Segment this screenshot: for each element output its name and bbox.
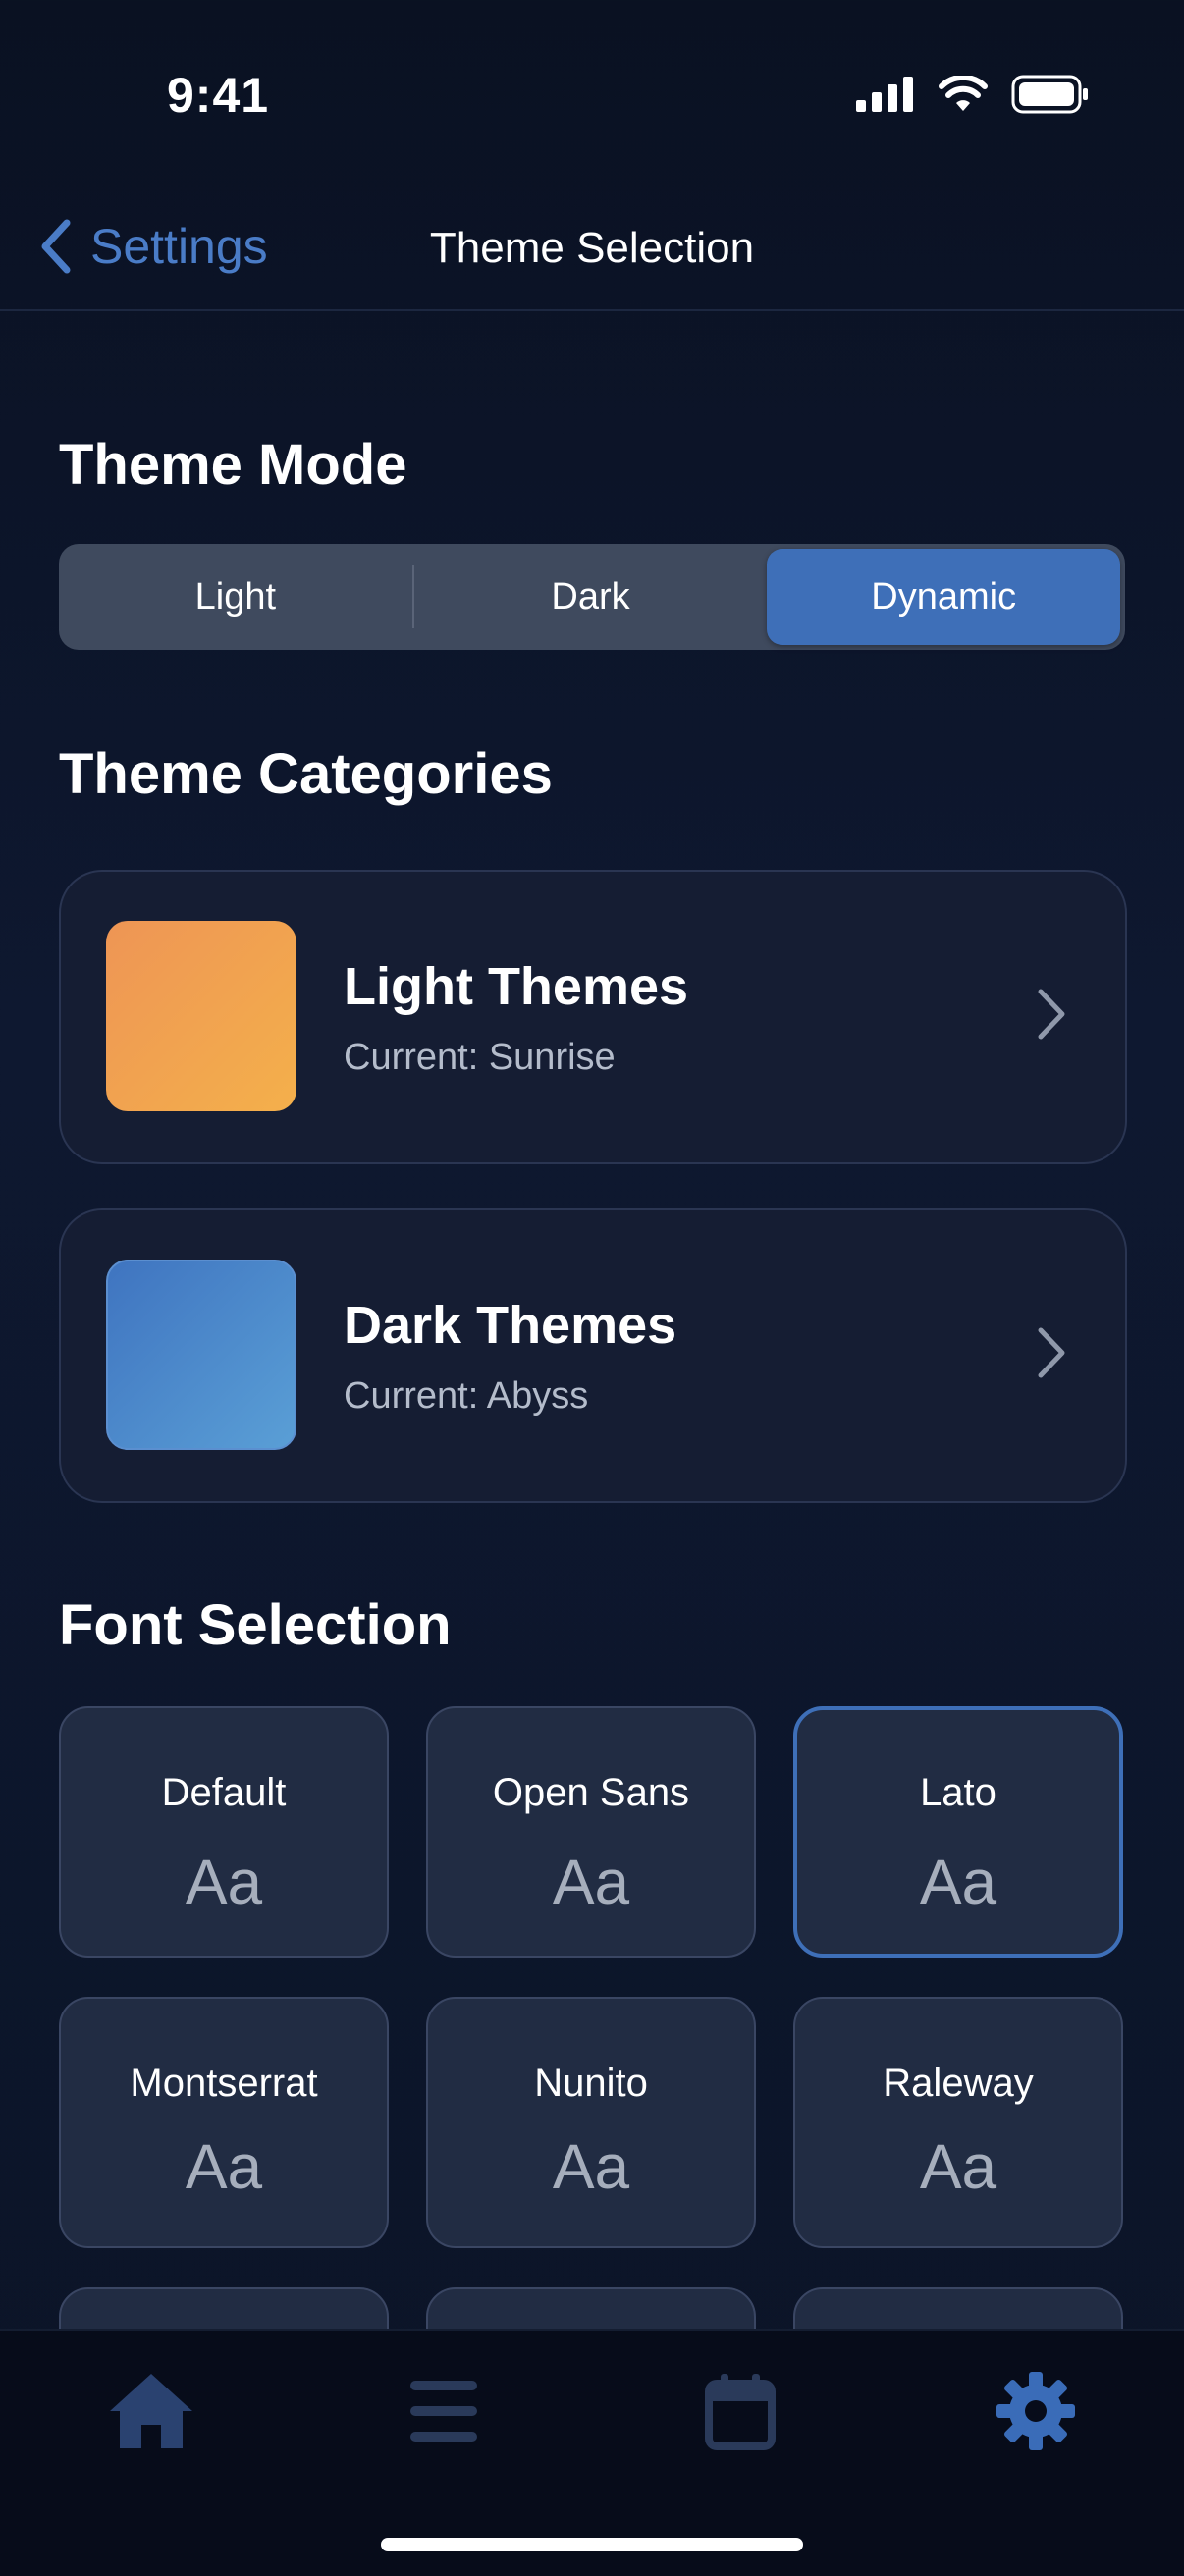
- menu-icon: [410, 2381, 477, 2442]
- theme-mode-heading: Theme Mode: [59, 433, 407, 497]
- theme-categories-heading: Theme Categories: [59, 742, 553, 806]
- status-icons: [856, 75, 1090, 114]
- theme-mode-option-dynamic[interactable]: Dynamic: [767, 549, 1121, 645]
- tab-calendar[interactable]: [691, 2362, 789, 2460]
- chevron-right-icon: [1038, 989, 1065, 1040]
- light-themes-current: Current: Sunrise: [344, 1037, 616, 1078]
- font-option-default[interactable]: Default Aa: [59, 1706, 389, 1958]
- chevron-right-icon: [1038, 1327, 1065, 1378]
- font-selection-heading: Font Selection: [59, 1593, 452, 1657]
- battery-icon: [1011, 75, 1088, 114]
- font-option-name: Default: [161, 1771, 287, 1814]
- tab-settings[interactable]: [987, 2362, 1085, 2460]
- tab-menu[interactable]: [395, 2362, 493, 2460]
- dark-themes-current: Current: Abyss: [344, 1375, 589, 1417]
- font-sample: Aa: [919, 2131, 997, 2202]
- font-sample: Aa: [552, 2131, 630, 2202]
- font-sample: Aa: [552, 1847, 630, 1917]
- font-option-name: Raleway: [883, 2062, 1034, 2105]
- cellular-signal-icon: [856, 77, 913, 112]
- light-themes-card[interactable]: Light Themes Current: Sunrise: [59, 870, 1127, 1164]
- theme-mode-option-light[interactable]: Light: [59, 549, 412, 645]
- font-option-name: Nunito: [534, 2062, 648, 2105]
- wifi-icon: [939, 76, 988, 111]
- page-title: Theme Selection: [429, 224, 755, 272]
- tab-home[interactable]: [102, 2362, 200, 2460]
- font-option-lato[interactable]: Lato Aa: [793, 1706, 1123, 1958]
- font-option-name: Montserrat: [130, 2062, 318, 2105]
- home-indicator: [381, 2538, 803, 2551]
- status-time: 9:41: [167, 68, 270, 123]
- light-themes-title: Light Themes: [344, 957, 689, 1016]
- nav-divider: [0, 309, 1184, 311]
- dark-theme-swatch: [106, 1260, 296, 1450]
- font-option-raleway[interactable]: Raleway Aa: [793, 1997, 1123, 2248]
- font-sample: Aa: [919, 1847, 997, 1917]
- dark-themes-title: Dark Themes: [344, 1296, 677, 1355]
- font-option-name: Open Sans: [492, 1771, 690, 1814]
- light-theme-swatch: [106, 921, 296, 1111]
- home-icon: [110, 2374, 192, 2448]
- theme-mode-option-dark[interactable]: Dark: [414, 549, 768, 645]
- theme-mode-segmented-control[interactable]: Light Dark Dynamic: [59, 544, 1125, 650]
- gear-icon: [996, 2372, 1075, 2450]
- font-sample: Aa: [185, 2131, 263, 2202]
- font-option-open-sans[interactable]: Open Sans Aa: [426, 1706, 756, 1958]
- calendar-icon: [705, 2374, 776, 2450]
- dark-themes-card[interactable]: Dark Themes Current: Abyss: [59, 1208, 1127, 1503]
- font-sample: Aa: [185, 1847, 263, 1917]
- font-option-name: Lato: [920, 1771, 996, 1814]
- font-option-nunito[interactable]: Nunito Aa: [426, 1997, 756, 2248]
- font-option-montserrat[interactable]: Montserrat Aa: [59, 1997, 389, 2248]
